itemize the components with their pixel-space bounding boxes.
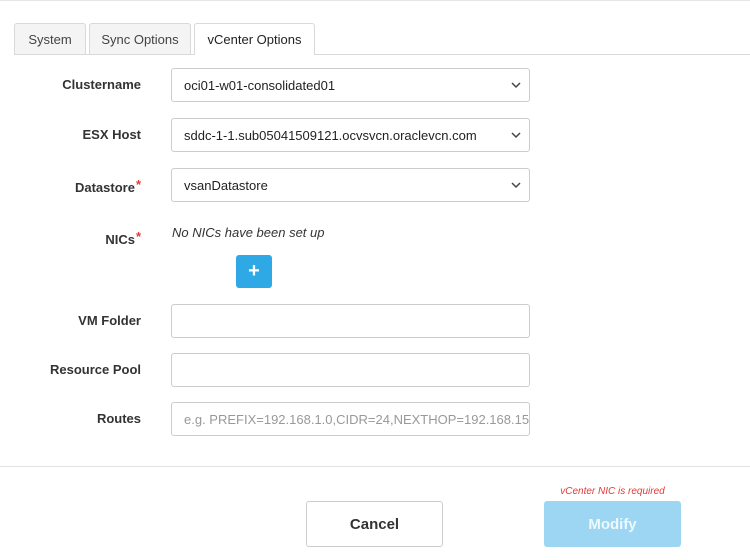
footer-divider <box>0 466 750 467</box>
esx-host-value: sddc-1-1.sub05041509121.ocvsvcn.oraclevc… <box>184 127 477 143</box>
datastore-label: Datastore* <box>74 177 141 195</box>
resource-pool-field[interactable] <box>171 353 530 387</box>
datastore-label-text: Datastore <box>74 180 135 195</box>
datastore-value: vsanDatastore <box>184 177 268 193</box>
routes-input[interactable] <box>184 411 529 427</box>
clustername-value: oci01-w01-consolidated01 <box>184 77 336 93</box>
tab-system[interactable]: System <box>14 23 86 55</box>
tab-vcenter-options[interactable]: vCenter Options <box>194 23 315 55</box>
esx-host-select[interactable]: sddc-1-1.sub05041509121.ocvsvcn.oraclevc… <box>171 118 530 152</box>
tab-label: Sync Options <box>101 32 179 47</box>
required-asterisk: * <box>135 177 141 192</box>
nics-label-text: NICs <box>105 232 135 247</box>
chevron-down-icon <box>511 182 521 189</box>
vm-folder-label: VM Folder <box>78 313 141 328</box>
chevron-down-icon <box>511 132 521 139</box>
add-nic-button[interactable]: + <box>236 255 272 288</box>
clustername-select[interactable]: oci01-w01-consolidated01 <box>171 68 530 102</box>
modify-button[interactable]: Modify <box>544 501 681 547</box>
required-asterisk: * <box>135 229 141 244</box>
validation-error: vCenter NIC is required <box>560 486 665 497</box>
routes-label: Routes <box>96 411 141 426</box>
modify-label: Modify <box>588 515 637 533</box>
vm-folder-input[interactable] <box>184 313 529 329</box>
clustername-label: Clustername <box>62 77 141 92</box>
esx-host-label: ESX Host <box>82 127 141 142</box>
plus-icon: + <box>248 260 260 282</box>
cancel-button[interactable]: Cancel <box>306 501 443 547</box>
resource-pool-label: Resource Pool <box>49 362 141 377</box>
cancel-label: Cancel <box>349 515 400 533</box>
nics-empty-text: No NICs have been set up <box>172 225 325 240</box>
vm-folder-field[interactable] <box>171 304 530 338</box>
tab-label: vCenter Options <box>207 32 302 47</box>
tab-label: System <box>28 32 72 47</box>
top-border <box>0 0 750 1</box>
tab-sync-options[interactable]: Sync Options <box>89 23 191 55</box>
tab-divider <box>14 54 750 55</box>
resource-pool-input[interactable] <box>184 362 529 378</box>
nics-label: NICs* <box>105 229 141 247</box>
chevron-down-icon <box>511 82 521 89</box>
routes-field[interactable] <box>171 402 530 436</box>
datastore-select[interactable]: vsanDatastore <box>171 168 530 202</box>
